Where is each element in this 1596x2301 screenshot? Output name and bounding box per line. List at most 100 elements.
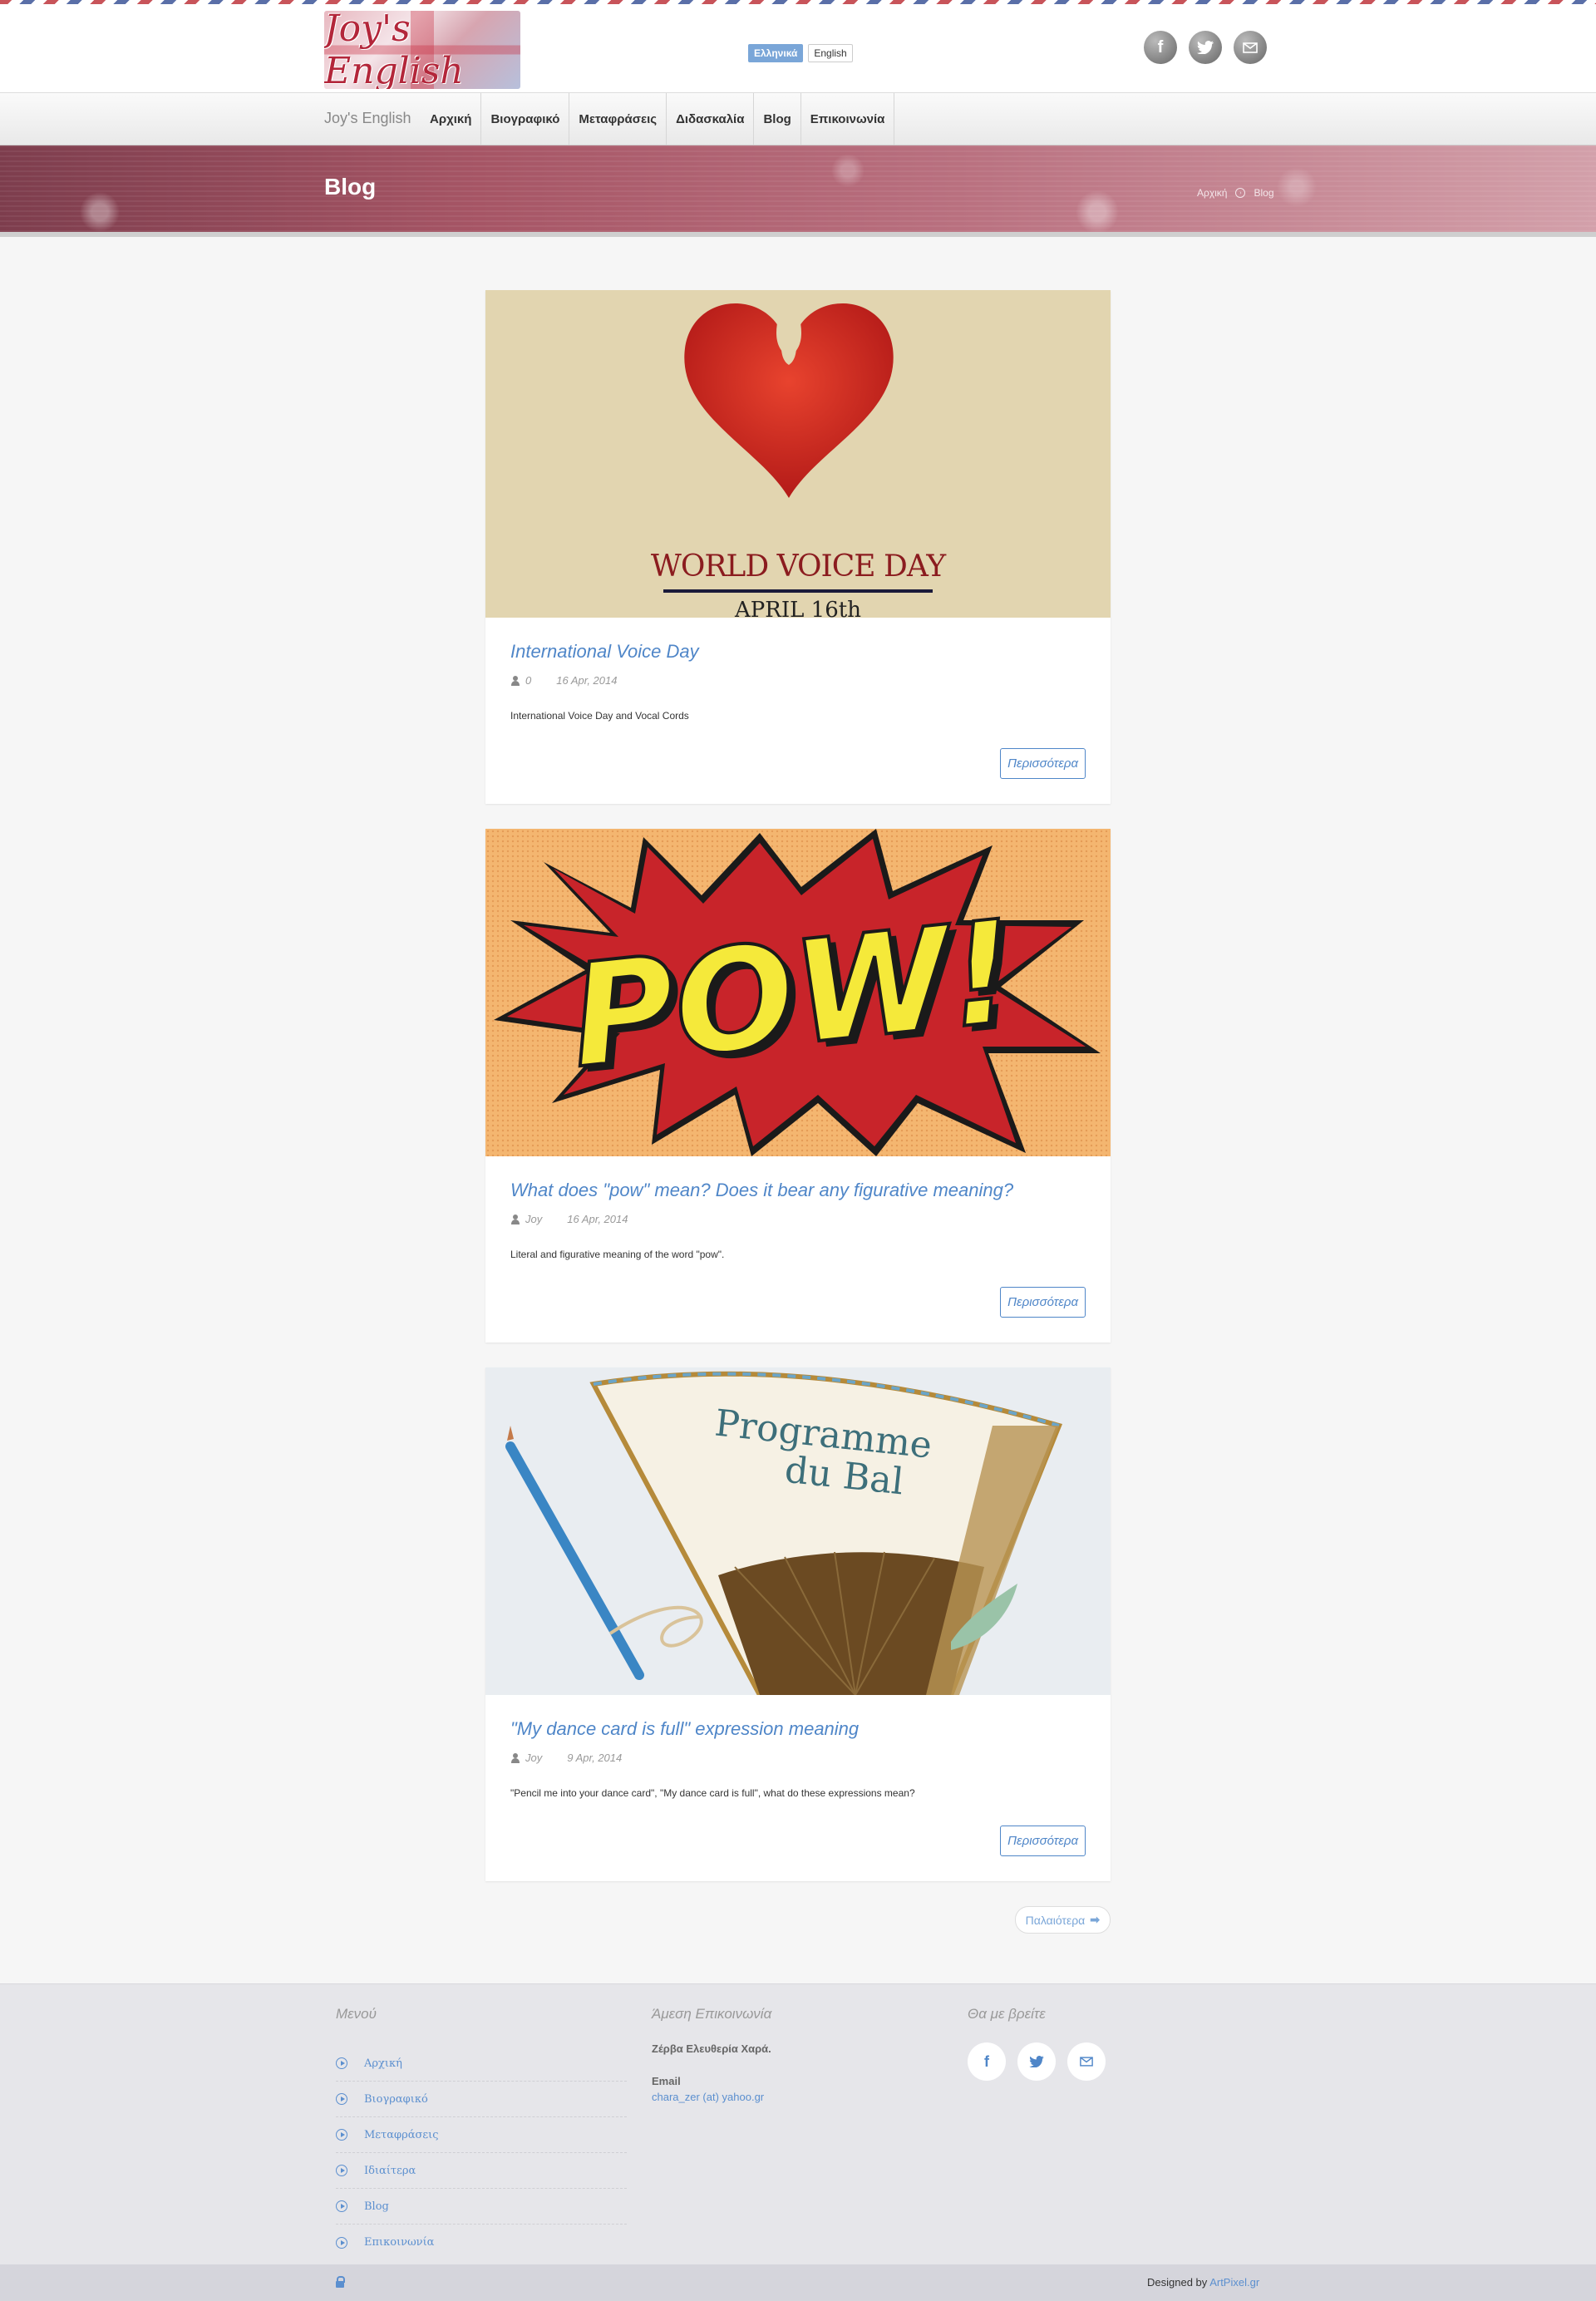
nav-item-contact[interactable]: Επικοινωνία [801,93,895,145]
nav-item-bio[interactable]: Βιογραφικό [481,93,570,145]
lang-english[interactable]: English [808,44,853,62]
pow-burst-icon: POW! POW! [494,829,1101,1156]
email-link[interactable]: chara_zer (at) yahoo.gr [652,2091,771,2103]
post-date: 16 Apr, 2014 [556,674,618,687]
footer-menu-item[interactable]: Βιογραφικό [336,2082,627,2117]
top-header: Joy's English Ελληνικά English f [0,4,1596,92]
heart-icon [684,290,894,498]
footer-menu-item[interactable]: Blog [336,2189,627,2225]
breadcrumb-current: Blog [1254,187,1274,199]
designed-by-prefix: Designed by [1147,2276,1208,2289]
site-logo[interactable]: Joy's English [324,11,520,89]
breadcrumb: Αρχική › Blog [1197,187,1274,199]
contact-name: Ζέρβα Ελευθερία Χαρά. [652,2042,771,2055]
post-excerpt: Literal and figurative meaning of the wo… [510,1249,725,1260]
designed-by: Designed by ArtPixel.gr [1147,2276,1259,2289]
post-meta: Joy 9 Apr, 2014 [510,1752,1086,1764]
lang-greek[interactable]: Ελληνικά [748,44,804,62]
post-author-name: Joy [525,1213,543,1225]
pagination: Παλαιότερα ➡ [485,1906,1111,1934]
play-circle-icon [336,2200,347,2212]
footer-menu-item[interactable]: Επικοινωνία [336,2225,627,2260]
footer-social: f [968,2042,1106,2081]
page-banner: Blog Αρχική › Blog [0,145,1596,237]
user-icon [510,1752,520,1763]
nav-item-blog[interactable]: Blog [754,93,801,145]
arrow-right-icon: ➡ [1090,1913,1100,1926]
post-title[interactable]: International Voice Day [510,641,1086,663]
footer-menu-item[interactable]: Μεταφράσεις [336,2117,627,2153]
breadcrumb-separator-icon: › [1235,188,1246,198]
blog-post: POW! POW! What does "pow" mean? Does it … [485,829,1111,1343]
play-circle-icon [336,2129,347,2141]
post-date: 16 Apr, 2014 [567,1213,628,1225]
older-posts-button[interactable]: Παλαιότερα ➡ [1014,1906,1111,1934]
post-body: What does "pow" mean? Does it bear any f… [485,1156,1111,1343]
nav-item-home[interactable]: Αρχική [421,93,482,145]
nav-item-teaching[interactable]: Διδασκαλία [667,93,755,145]
post-date: 9 Apr, 2014 [567,1752,623,1764]
footer-menu: Αρχική Βιογραφικό Μεταφράσεις Ιδιαίτερα … [336,2046,627,2260]
email-label: Email [652,2075,681,2087]
site-footer: Μενού Αρχική Βιογραφικό Μεταφράσεις Ιδια… [0,1983,1596,2264]
more-row: Περισσότερα [510,748,1086,779]
footer-menu-title: Μενού [336,2006,377,2022]
post-title[interactable]: What does "pow" mean? Does it bear any f… [510,1180,1086,1201]
footer-menu-item[interactable]: Αρχική [336,2046,627,2082]
play-circle-icon [336,2236,347,2249]
post-excerpt: "Pencil me into your dance card", "My da… [510,1787,915,1799]
post-meta: 0 16 Apr, 2014 [510,674,1086,687]
footer-menu-label: Μεταφράσεις [364,2128,439,2141]
header-social: f [1144,31,1267,64]
designer-link[interactable]: ArtPixel.gr [1209,2276,1259,2289]
play-circle-icon [336,2165,347,2176]
footer-find-title: Θα με βρείτε [968,2006,1046,2022]
older-posts-label: Παλαιότερα [1025,1913,1086,1927]
twitter-icon[interactable] [1189,31,1222,64]
facebook-icon[interactable]: f [1144,31,1177,64]
read-more-button[interactable]: Περισσότερα [1000,748,1086,779]
post-author-name: Joy [525,1752,543,1764]
footer-menu-column: Μενού Αρχική Βιογραφικό Μεταφράσεις Ιδια… [336,2006,627,2260]
footer-menu-label: Βιογραφικό [364,2092,428,2106]
footer-social-column: Θα με βρείτε f [968,2006,1106,2081]
bottom-bar: Designed by ArtPixel.gr [0,2264,1596,2301]
read-more-button[interactable]: Περισσότερα [1000,1826,1086,1856]
post-meta: Joy 16 Apr, 2014 [510,1213,1086,1225]
nav-item-translations[interactable]: Μεταφράσεις [569,93,667,145]
post-image-pow[interactable]: POW! POW! [485,829,1111,1156]
post-body: "My dance card is full" expression meani… [485,1695,1111,1881]
footer-contact-title: Άμεση Επικοινωνία [652,2006,772,2022]
play-circle-icon [336,2093,347,2105]
read-more-button[interactable]: Περισσότερα [1000,1287,1086,1318]
blog-post: WORLD VOICE DAY APRIL 16th International… [485,290,1111,804]
fan-dance-card-icon: Programme du Bal [505,1371,1063,1695]
blog-post: Programme du Bal "My dance card is full"… [485,1367,1111,1881]
post-excerpt: International Voice Day and Vocal Cords [510,710,689,722]
mail-icon[interactable] [1067,2042,1106,2081]
twitter-icon[interactable] [1017,2042,1056,2081]
post-body: International Voice Day 0 16 Apr, 2014 I… [485,618,1111,804]
footer-menu-label: Blog [364,2200,389,2213]
post-image-world-voice-day[interactable]: WORLD VOICE DAY APRIL 16th [485,290,1111,618]
page-title: Blog [324,174,377,200]
mail-icon[interactable] [1234,31,1267,64]
post-title[interactable]: "My dance card is full" expression meani… [510,1718,1086,1740]
logo-text: Joy's English [324,11,464,89]
footer-menu-label: Ιδιαίτερα [364,2164,416,2177]
breadcrumb-home[interactable]: Αρχική [1197,187,1227,199]
footer-menu-item[interactable]: Ιδιαίτερα [336,2153,627,2189]
lock-icon[interactable] [336,2276,345,2288]
post-author-name: 0 [525,674,532,687]
user-icon [510,1214,520,1224]
more-row: Περισσότερα [510,1287,1086,1318]
post-image-dance-card[interactable]: Programme du Bal [485,1367,1111,1695]
image-caption-date: APRIL 16th [735,598,861,618]
nav-brand[interactable]: Joy's English [324,110,411,127]
post-author: 0 [510,674,531,687]
post-author: Joy [510,1213,542,1225]
more-row: Περισσότερα [510,1826,1086,1856]
main-nav: Joy's English Αρχική Βιογραφικό Μεταφράσ… [0,92,1596,145]
facebook-icon[interactable]: f [968,2042,1006,2081]
blog-list: WORLD VOICE DAY APRIL 16th International… [485,290,1111,1934]
